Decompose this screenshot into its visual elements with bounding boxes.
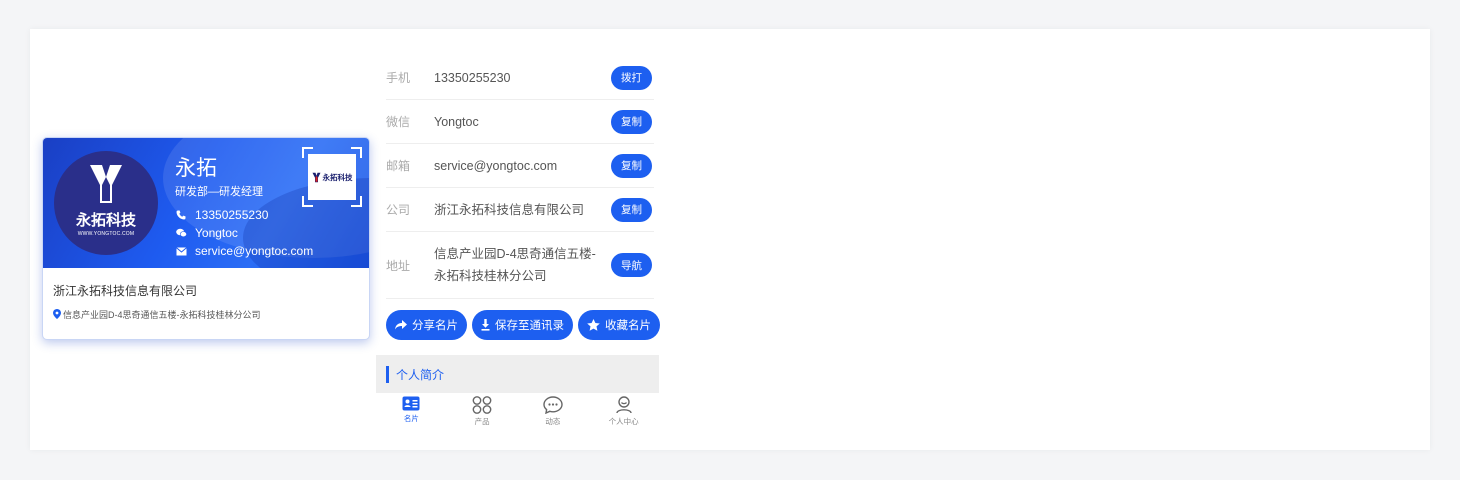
card-email: service@yongtoc.com bbox=[195, 244, 314, 258]
share-label: 分享名片 bbox=[412, 320, 458, 332]
info-row-phone: 手机 13350255230 拨打 bbox=[386, 56, 654, 100]
tab-moments[interactable]: 动态 bbox=[518, 393, 589, 433]
qr-code[interactable]: 永拓科技 bbox=[302, 147, 362, 207]
wechat-icon bbox=[175, 227, 187, 239]
card-icon bbox=[402, 396, 420, 411]
info-label: 公司 bbox=[386, 203, 411, 217]
card-header: 永拓科技 WWW.YONGTOC.COM 永拓 研发部—研发经理 1335025… bbox=[43, 138, 369, 268]
card-wechat: Yongtoc bbox=[195, 226, 238, 240]
company-logo: 永拓科技 WWW.YONGTOC.COM bbox=[54, 151, 158, 255]
info-row-address: 地址 信息产业园D-4思奇通信五楼-永拓科技桂林分公司 导航 bbox=[386, 232, 654, 299]
tab-label: 动态 bbox=[545, 417, 561, 426]
info-value: 浙江永拓科技信息有限公司 bbox=[434, 202, 585, 217]
download-icon bbox=[481, 319, 490, 331]
favorite-label: 收藏名片 bbox=[605, 320, 651, 332]
navigate-button[interactable]: 导航 bbox=[611, 253, 652, 277]
info-value: 信息产业园D-4思奇通信五楼-永拓科技桂林分公司 bbox=[434, 247, 596, 283]
info-row-email: 邮箱 service@yongtoc.com 复制 bbox=[386, 144, 654, 188]
bottom-tab-bar: 名片 产品 动态 个人中心 bbox=[376, 393, 659, 433]
info-label: 手机 bbox=[386, 71, 411, 85]
qr-logo-icon bbox=[312, 172, 320, 182]
contact-info-list: 手机 13350255230 拨打 微信 Yongtoc 复制 邮箱 servi… bbox=[386, 56, 654, 299]
card-phone: 13350255230 bbox=[195, 208, 269, 222]
tab-label: 个人中心 bbox=[608, 417, 639, 426]
user-icon bbox=[615, 396, 632, 414]
section-title: 个人简介 bbox=[396, 367, 445, 382]
location-pin-icon bbox=[53, 308, 61, 321]
info-row-wechat: 微信 Yongtoc 复制 bbox=[386, 100, 654, 144]
tab-products[interactable]: 产品 bbox=[447, 393, 518, 433]
action-bar: 分享名片 保存至通讯录 收藏名片 bbox=[386, 310, 660, 340]
card-name: 永拓 bbox=[175, 157, 217, 180]
card-address-line: 信息产业园D-4思奇通信五楼-永拓科技桂林分公司 bbox=[53, 308, 261, 321]
copy-company-button[interactable]: 复制 bbox=[611, 197, 652, 222]
share-icon bbox=[395, 320, 407, 330]
tab-label: 产品 bbox=[474, 417, 490, 426]
logo-mark-icon bbox=[90, 165, 122, 203]
tab-profile[interactable]: 个人中心 bbox=[588, 393, 659, 433]
share-card-button[interactable]: 分享名片 bbox=[386, 310, 467, 340]
qr-logo-text: 永拓科技 bbox=[322, 172, 353, 182]
card-email-line: service@yongtoc.com bbox=[175, 244, 313, 258]
card-company: 浙江永拓科技信息有限公司 bbox=[53, 284, 198, 298]
qr-image: 永拓科技 bbox=[308, 154, 356, 200]
info-label: 地址 bbox=[386, 258, 411, 273]
logo-text: 永拓科技 bbox=[75, 212, 136, 229]
save-contact-button[interactable]: 保存至通讯录 bbox=[472, 310, 573, 340]
phone-icon bbox=[175, 209, 187, 221]
business-card[interactable]: 永拓科技 WWW.YONGTOC.COM 永拓 研发部—研发经理 1335025… bbox=[42, 137, 370, 340]
info-label: 邮箱 bbox=[386, 159, 411, 173]
info-value: service@yongtoc.com bbox=[434, 158, 558, 173]
card-phone-line: 13350255230 bbox=[175, 208, 268, 222]
chat-icon bbox=[543, 396, 563, 414]
info-row-company: 公司 浙江永拓科技信息有限公司 复制 bbox=[386, 188, 654, 232]
card-address: 信息产业园D-4思奇通信五楼-永拓科技桂林分公司 bbox=[63, 310, 261, 320]
call-button[interactable]: 拨打 bbox=[611, 65, 652, 90]
save-label: 保存至通讯录 bbox=[495, 320, 564, 332]
card-wechat-line: Yongtoc bbox=[175, 226, 238, 240]
tab-card[interactable]: 名片 bbox=[376, 393, 447, 433]
info-value: Yongtoc bbox=[434, 114, 479, 129]
section-header-intro: 个人简介 bbox=[376, 355, 659, 393]
info-label: 微信 bbox=[386, 115, 411, 129]
star-icon bbox=[587, 319, 600, 331]
copy-email-button[interactable]: 复制 bbox=[611, 153, 652, 178]
grid-icon bbox=[472, 396, 492, 414]
favorite-card-button[interactable]: 收藏名片 bbox=[578, 310, 660, 340]
mail-icon bbox=[175, 245, 187, 257]
tab-label: 名片 bbox=[403, 414, 419, 423]
copy-wechat-button[interactable]: 复制 bbox=[611, 109, 652, 134]
section-accent-bar bbox=[386, 365, 389, 383]
logo-url: WWW.YONGTOC.COM bbox=[77, 231, 135, 237]
info-value: 13350255230 bbox=[434, 70, 511, 85]
card-job-title: 研发部—研发经理 bbox=[175, 186, 263, 198]
